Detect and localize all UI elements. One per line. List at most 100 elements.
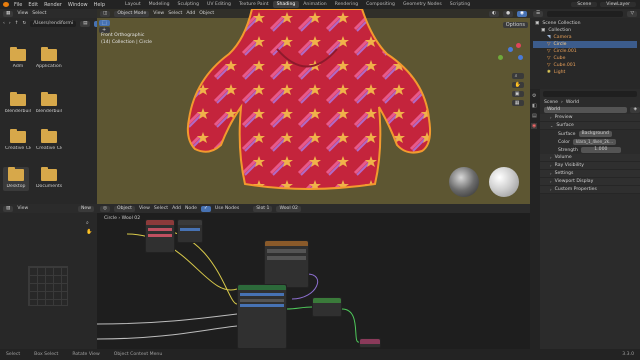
back-icon[interactable]: ‹ (3, 21, 5, 26)
outliner-row[interactable]: ▣ Collection (533, 27, 637, 34)
world-selector[interactable]: World (544, 107, 628, 113)
refresh-icon[interactable]: ↻ (23, 21, 27, 26)
folder-item[interactable]: Adm (5, 47, 31, 69)
panel-settings[interactable]: › Settings (540, 170, 640, 178)
folder-item-selected[interactable]: Desktop (3, 167, 29, 191)
image-canvas-grid (28, 266, 68, 306)
render-tab-icon[interactable]: ◧ (532, 103, 537, 109)
panel-ray-visibility[interactable]: › Ray Visibility (540, 162, 640, 170)
panel-volume[interactable]: › Volume (540, 154, 640, 162)
tab-shading[interactable]: Shading (272, 1, 300, 8)
color-texture-field[interactable]: klara_1_4ken_2k... (573, 139, 616, 145)
shader-node-editor[interactable]: ◎ Object View Select Add Node ✓ Use Node… (97, 204, 530, 349)
tab-animation[interactable]: Animation (299, 1, 330, 8)
material-output-node[interactable] (312, 297, 342, 317)
editor-type-icon[interactable]: ◫ (100, 10, 111, 17)
tab-modeling[interactable]: Modeling (145, 1, 174, 8)
world-tab-icon[interactable]: ◉ (531, 123, 538, 129)
select-tool-icon[interactable]: ⬚ (99, 20, 110, 26)
pan-icon[interactable]: ✋ (86, 229, 92, 235)
3d-viewport[interactable]: ◫ Object Mode View Select Add Object Glo… (97, 9, 530, 204)
shading-solid-icon[interactable]: ● (502, 10, 513, 17)
filter-icon[interactable]: ▽ (627, 10, 637, 17)
outliner-row[interactable]: ▽ Circle.001 (533, 48, 637, 55)
outliner-search-input[interactable] (547, 10, 624, 17)
overlay-icon[interactable]: ◐ (488, 10, 499, 17)
sweater-mesh-image[interactable] (157, 9, 457, 204)
mode-selector[interactable]: Object Mode (114, 10, 150, 17)
folder-item[interactable]: Documents (36, 167, 62, 189)
outliner-row[interactable]: ▽ Cube.001 (533, 62, 637, 69)
forward-icon[interactable]: › (9, 21, 11, 26)
panel-surface[interactable]: ⌄ Surface (540, 122, 640, 130)
properties-editor: ⚙ ◧ ▤ ◉ Scene › World World ◈ › Preview ⌄ Su… (530, 89, 640, 349)
pan-icon[interactable]: ✋ (511, 82, 524, 88)
menu-help[interactable]: Help (94, 2, 105, 8)
path-field[interactable]: /Users/rendiformi (30, 20, 77, 27)
texture-editor-header: ▧ View New (0, 204, 97, 213)
folder-item[interactable]: Creative Clo... (5, 129, 31, 151)
viewport-nav-buttons: ⌕ ✋ ▣ ▦ (511, 73, 524, 106)
output-tab-icon[interactable]: ▤ (532, 113, 537, 119)
tab-rendering[interactable]: Rendering (331, 1, 362, 8)
displacement-node[interactable] (359, 338, 381, 348)
mapping-node[interactable] (177, 219, 203, 243)
panel-preview[interactable]: › Preview (540, 114, 640, 122)
tab-uv-editing[interactable]: UV Editing (203, 1, 235, 8)
folder-item[interactable]: Creative Clo... (36, 129, 62, 151)
view-subtitle: (14) Collection | Circle (101, 40, 152, 45)
texture-coordinate-node[interactable] (145, 219, 175, 253)
strength-row: Strength 1.000 (540, 146, 640, 154)
ortho-toggle-icon[interactable]: ▦ (511, 100, 524, 106)
viewport-options[interactable]: Options (502, 22, 528, 28)
new-image-button[interactable]: New (77, 205, 94, 212)
shading-material-icon[interactable]: ◉ (516, 10, 527, 17)
fake-user-icon[interactable]: ◈ (630, 107, 640, 113)
surface-shader-selector[interactable]: Background (578, 131, 612, 137)
outliner-row-selected[interactable]: ▽ Circle (533, 41, 637, 48)
light-icon: ✺ (547, 70, 551, 75)
tab-compositing[interactable]: Compositing (362, 1, 399, 8)
navigation-gizmo[interactable] (496, 43, 526, 71)
texture-editor[interactable]: ▧ View New ⌕ ✋ (0, 204, 97, 349)
tab-scripting[interactable]: Scripting (446, 1, 474, 8)
tab-texture-paint[interactable]: Texture Paint (235, 1, 273, 8)
menu-edit[interactable]: Edit (28, 2, 38, 8)
menu-window[interactable]: Window (68, 2, 88, 8)
scene-selector[interactable]: Scene (571, 2, 598, 7)
zoom-icon[interactable]: ⌕ (511, 73, 524, 79)
parent-dir-icon[interactable]: ↑ (15, 21, 19, 26)
tab-layout[interactable]: Layout (121, 1, 145, 8)
menu-file[interactable]: File (14, 2, 22, 8)
mesh-icon: ▽ (547, 63, 551, 68)
editor-type-icon[interactable]: ▦ (3, 10, 14, 17)
outliner-row[interactable]: ✺ Light (533, 69, 637, 76)
tab-sculpting[interactable]: Sculpting (174, 1, 203, 8)
outliner-row[interactable]: ▣ Scene Collection (533, 20, 637, 27)
outliner-row[interactable]: ◥ Camera (533, 34, 637, 41)
panel-custom-properties[interactable]: › Custom Properties (540, 186, 640, 194)
editor-type-icon[interactable]: ☰ (533, 10, 544, 17)
properties-search-input[interactable] (543, 90, 637, 97)
strength-field[interactable]: 1.000 (580, 147, 621, 153)
panel-viewport-display[interactable]: › Viewport Display (540, 178, 640, 186)
view-layer-selector[interactable]: ViewLayer (600, 2, 636, 7)
camera-view-icon[interactable]: ▣ (511, 91, 524, 97)
image-texture-node[interactable] (264, 240, 309, 288)
display-mode-icon[interactable]: ▤ (80, 20, 91, 27)
fb-menu-select[interactable]: Select (32, 11, 46, 16)
tab-geometry-nodes[interactable]: Geometry Nodes (399, 1, 446, 8)
folder-item[interactable]: blenderbuild (5, 92, 31, 114)
tool-tab-icon[interactable]: ⚙ (532, 93, 536, 99)
hdri-reflection-sphere (449, 167, 479, 197)
blender-logo-icon[interactable] (3, 2, 9, 7)
menu-render[interactable]: Render (44, 2, 62, 8)
outliner-row[interactable]: ▽ Cube (533, 55, 637, 62)
folder-item[interactable]: blenderbuild_lit... (36, 92, 62, 114)
editor-type-icon[interactable]: ▧ (3, 205, 14, 212)
te-menu-view[interactable]: View (17, 206, 28, 211)
folder-item[interactable]: Applications (36, 47, 62, 69)
principled-bsdf-node[interactable] (237, 284, 287, 349)
zoom-icon[interactable]: ⌕ (86, 220, 92, 226)
fb-menu-view[interactable]: View (17, 11, 28, 16)
